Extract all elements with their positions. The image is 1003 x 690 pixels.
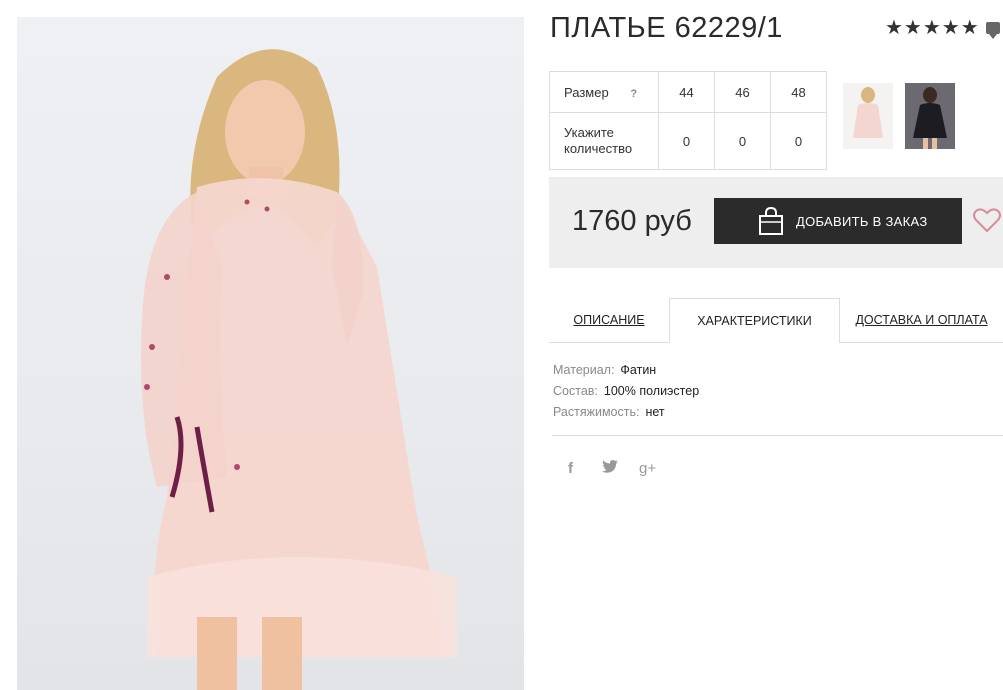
product-tabs: ОПИСАНИЕ ХАРАКТЕРИСТИКИ ДОСТАВКА И ОПЛАТ… xyxy=(549,298,1003,343)
size-label-cell: Размер ? xyxy=(549,71,659,113)
size-help-icon[interactable]: ? xyxy=(630,88,637,100)
heart-icon[interactable] xyxy=(973,207,1001,233)
thumbnail-black-dress[interactable] xyxy=(905,83,955,149)
comment-icon[interactable] xyxy=(986,22,1000,39)
tab-delivery-payment[interactable]: ДОСТАВКА И ОПЛАТА xyxy=(840,298,1003,342)
shopping-bag-icon xyxy=(759,207,783,235)
quantity-input-44[interactable]: 0 xyxy=(658,112,715,170)
spec-composition: Состав: 100% полиэстер xyxy=(553,381,699,402)
spec-value: нет xyxy=(645,405,665,419)
size-48: 48 xyxy=(770,71,827,113)
price-panel: 1760 руб ДОБАВИТЬ В ЗАКАЗ xyxy=(549,177,1003,268)
google-plus-icon[interactable]: g+ xyxy=(639,460,656,477)
size-46: 46 xyxy=(714,71,771,113)
product-photo[interactable] xyxy=(17,17,524,690)
tab-characteristics[interactable]: ХАРАКТЕРИСТИКИ xyxy=(669,298,840,343)
divider xyxy=(552,435,1003,436)
spec-key: Материал: xyxy=(553,363,615,377)
thumbnail-pink-dress[interactable] xyxy=(843,83,893,149)
facebook-icon[interactable]: f xyxy=(568,460,573,477)
size-label: Размер xyxy=(564,84,609,100)
add-to-order-label: ДОБАВИТЬ В ЗАКАЗ xyxy=(796,214,928,229)
tab-description[interactable]: ОПИСАНИЕ xyxy=(549,298,669,342)
spec-value: 100% полиэстер xyxy=(603,384,700,398)
spec-key: Растяжимость: xyxy=(553,405,640,419)
quantity-label: Укажите количество xyxy=(549,112,659,170)
size-44: 44 xyxy=(658,71,715,113)
twitter-icon[interactable] xyxy=(602,460,618,477)
quantity-input-48[interactable]: 0 xyxy=(770,112,827,170)
spec-key: Состав: xyxy=(553,384,598,398)
tab-underline-right xyxy=(840,342,1003,343)
dress-model-image xyxy=(141,49,457,690)
spec-material: Материал: Фатин xyxy=(553,360,699,381)
rating-stars-icon[interactable]: ★★★★★ xyxy=(885,15,980,40)
product-price: 1760 руб xyxy=(572,205,692,237)
spec-value: Фатин xyxy=(620,363,657,377)
tab-underline-left xyxy=(549,342,669,343)
quantity-input-46[interactable]: 0 xyxy=(714,112,771,170)
add-to-order-button[interactable]: ДОБАВИТЬ В ЗАКАЗ xyxy=(714,198,962,244)
product-title: ПЛАТЬЕ 62229/1 xyxy=(550,12,783,44)
size-quantity-table: Размер ? 44 46 48 Укажите количество 0 0… xyxy=(549,71,827,170)
specs-list: Материал: Фатин Состав: 100% полиэстер Рас… xyxy=(553,360,699,423)
spec-stretch: Растяжимость: нет xyxy=(553,402,699,423)
